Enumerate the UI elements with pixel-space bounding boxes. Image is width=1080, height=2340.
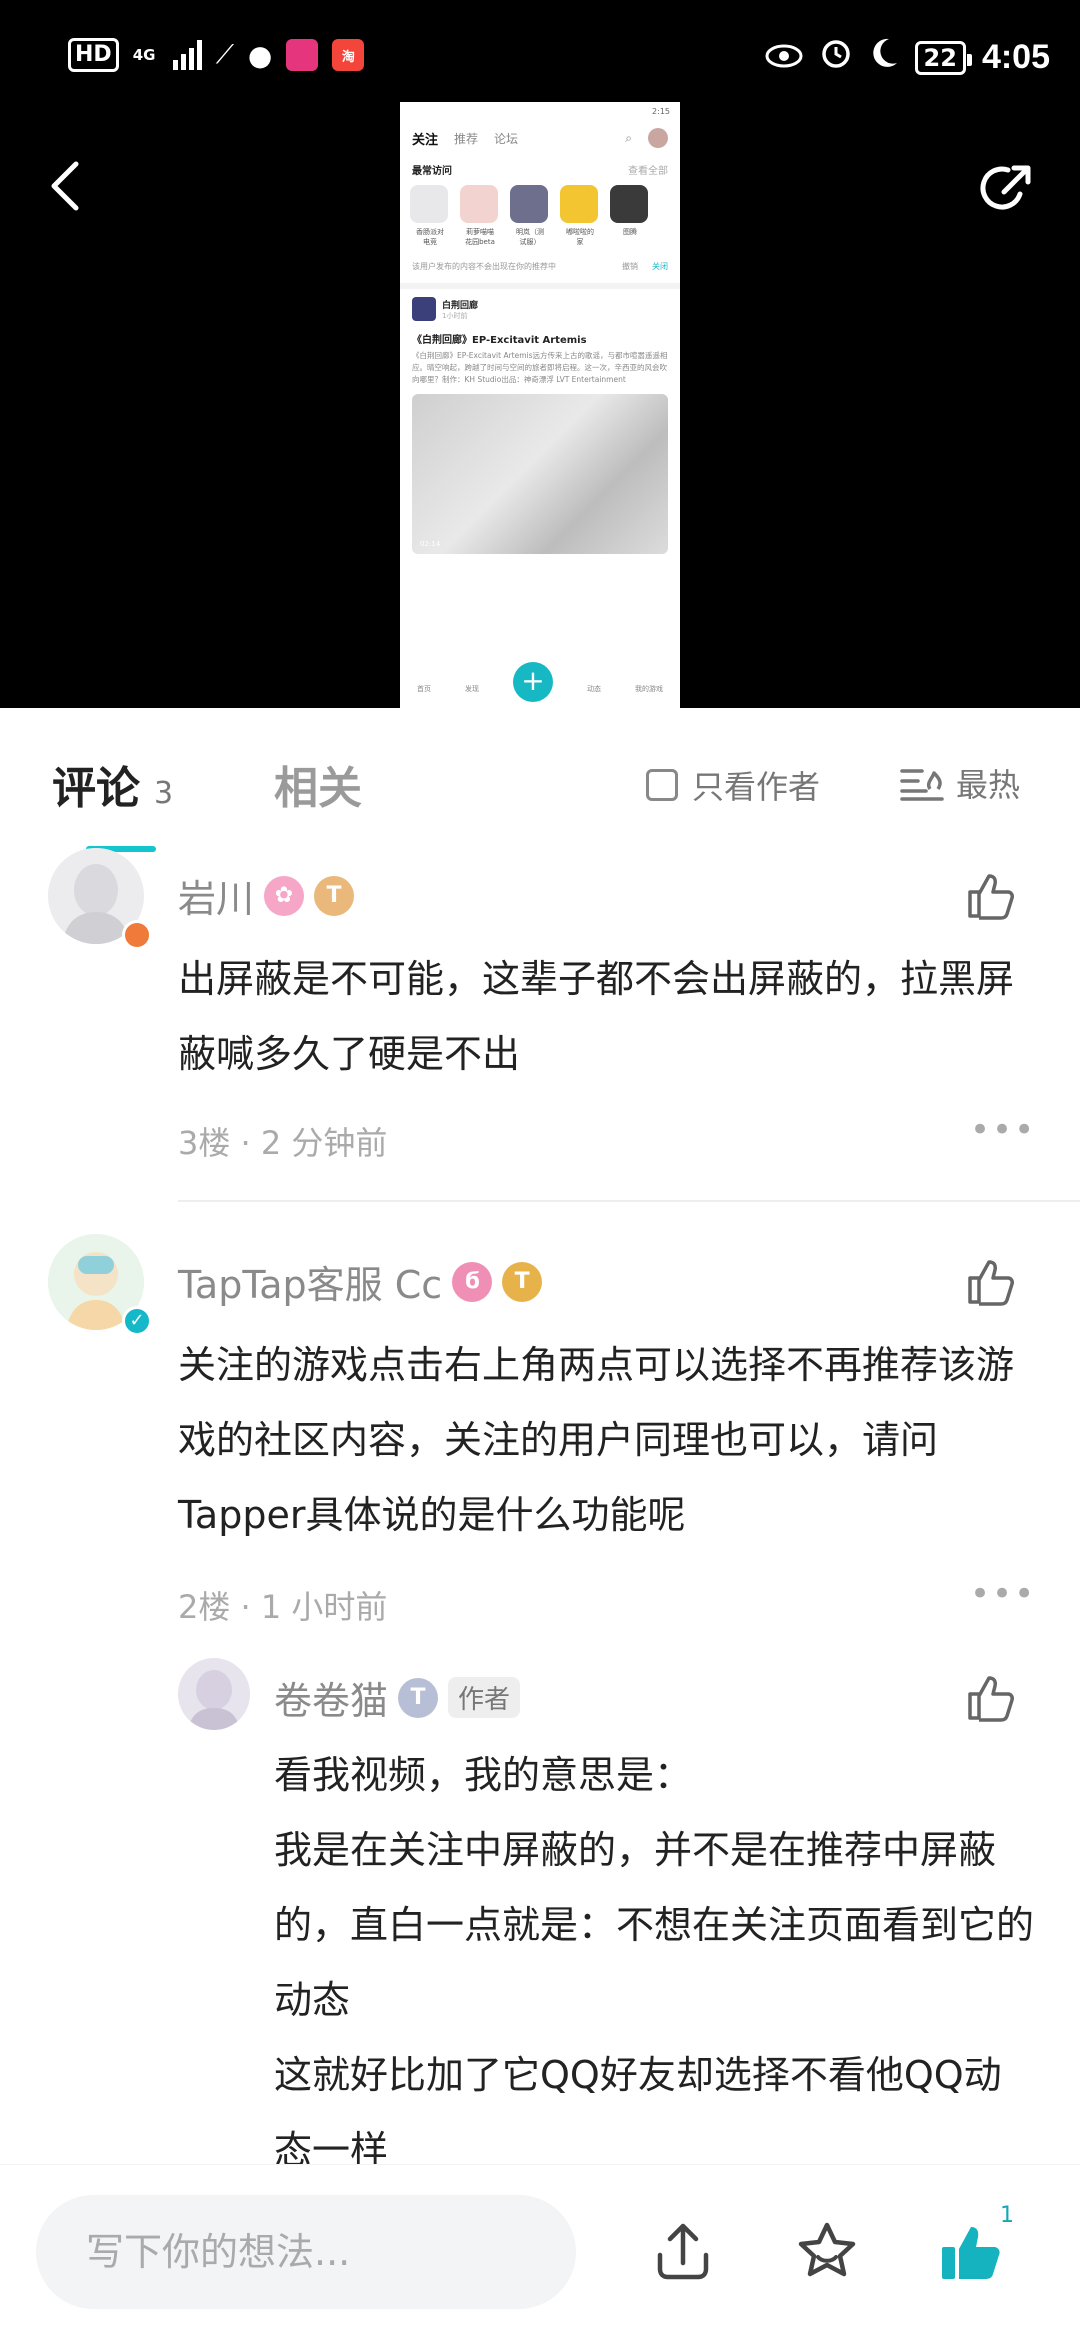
- inner-section-title: 最常访问: [412, 166, 452, 177]
- inner-nav-feed: 动态: [587, 685, 601, 693]
- inner-time: 2:15: [652, 107, 670, 116]
- inner-post-time: 1小时前: [442, 311, 468, 320]
- username[interactable]: 卷卷猫: [274, 1670, 388, 1725]
- sort-icon: [900, 769, 944, 801]
- network-type: 4G: [132, 45, 156, 64]
- share-button[interactable]: [650, 2219, 716, 2285]
- inner-avatar: [648, 128, 668, 148]
- comment-text: 出屏蔽是不可能，这辈子都不会出屏蔽的，拉黑屏蔽喊多久了硬是不出: [178, 957, 1015, 1076]
- inner-tab-forum: 论坛: [494, 131, 519, 146]
- like-post-button[interactable]: [938, 2219, 1004, 2285]
- moon-icon: [869, 37, 899, 78]
- username[interactable]: TapTap客服 Cc: [178, 1254, 442, 1309]
- inner-game: 明岚（测 试服）: [510, 185, 550, 247]
- comment-meta: 2楼 · 1 小时前: [178, 1588, 388, 1626]
- inner-tab-follow: 关注: [412, 132, 439, 148]
- link-icon: ⟋: [215, 39, 234, 70]
- author-tag: 作者: [448, 1677, 521, 1718]
- inner-nav-home: 首页: [417, 685, 431, 693]
- avatar-badge-icon: [122, 920, 152, 950]
- checkbox-icon: [646, 769, 678, 801]
- inner-game: 嘟啦啦的 家: [560, 185, 600, 247]
- inner-nav-games: 我的游戏: [635, 685, 663, 693]
- level-badge: T: [314, 875, 355, 916]
- like-button[interactable]: [964, 1254, 1018, 1308]
- bottom-bar: 写下你的想法... 1: [0, 2164, 1080, 2340]
- more-options-button[interactable]: •••: [970, 1574, 1036, 1614]
- comments-count: 3: [154, 776, 174, 811]
- like-count: 1: [1000, 2203, 1014, 2228]
- inner-section-more: 查看全部: [628, 166, 668, 177]
- video-frame: 2:15 关注 推荐 论坛 ⌕ 最常访问 查看全部 香肠派对 电竞 莉萝喵喵 花…: [400, 102, 680, 708]
- like-button[interactable]: [964, 868, 1018, 922]
- taobao-icon: 淘: [332, 39, 365, 71]
- upload-share-icon: [657, 2223, 709, 2280]
- tab-related[interactable]: 相关: [274, 752, 362, 816]
- inner-notice: 该用户发布的内容不会出现在你的推荐中: [412, 262, 556, 271]
- inner-post-avatar: [412, 297, 436, 321]
- alarm-icon: [819, 36, 853, 79]
- sort-dropdown[interactable]: 最热: [900, 760, 1020, 806]
- thumbs-up-icon: [968, 1676, 1014, 1722]
- inner-post-title: 《白荆回廊》EP-Excitavit Artemis: [412, 335, 587, 346]
- thumbs-up-filled-icon: [942, 2227, 1000, 2279]
- more-options-button[interactable]: •••: [970, 1110, 1036, 1150]
- tab-comments-label: 评论: [52, 763, 140, 814]
- qq-icon: ●: [247, 38, 273, 72]
- inner-game: 莉萝喵喵 花园beta: [460, 185, 500, 247]
- star-icon: [798, 2222, 856, 2277]
- share-button[interactable]: [978, 160, 1036, 218]
- chevron-left-icon: [51, 161, 79, 211]
- sort-label: 最热: [956, 766, 1021, 804]
- back-button[interactable]: [44, 158, 88, 214]
- comment-meta: 3楼 · 2 分钟前: [178, 1124, 388, 1162]
- favorite-button[interactable]: [794, 2219, 860, 2285]
- share-out-icon: [980, 165, 1031, 210]
- inner-game: 香肠派对 电竞: [410, 185, 450, 247]
- inner-close: 关闭: [652, 262, 668, 271]
- staff-badge-icon: ϭ: [452, 1261, 493, 1302]
- tab-comments[interactable]: 评论 3: [52, 752, 173, 816]
- video-player[interactable]: HD 4G ⟋ ● 淘 22 4:05 2:15 关注 推荐 论坛 ⌕ 最常访问…: [0, 0, 1080, 708]
- verified-badge-icon: ✓: [122, 1306, 152, 1336]
- level-badge: T: [502, 1261, 543, 1302]
- inner-post-video: 02:14: [412, 394, 668, 554]
- battery-indicator: 22: [914, 40, 973, 75]
- flower-badge-icon: ✿: [264, 875, 305, 916]
- username[interactable]: 岩川: [178, 868, 254, 923]
- comment-input[interactable]: 写下你的想法...: [36, 2195, 576, 2309]
- avatar[interactable]: [178, 1658, 250, 1730]
- inner-plus-icon: +: [513, 662, 553, 702]
- hd-indicator: HD: [68, 38, 119, 72]
- eye-icon: [765, 38, 803, 78]
- inner-tab-recommend: 推荐: [454, 131, 479, 146]
- author-only-label: 只看作者: [692, 768, 821, 806]
- thumbs-up-icon: [968, 1260, 1014, 1306]
- like-button[interactable]: [964, 1670, 1018, 1724]
- inner-post-body: 《白荆回廊》EP-Excitavit Artemis远方传来上古的歌谣，与都市喧…: [412, 351, 668, 384]
- inner-post-author: 白荆回廊: [442, 300, 479, 311]
- clock: 4:05: [981, 38, 1050, 76]
- signal-icon: [172, 40, 202, 70]
- inner-undo: 撤销: [622, 262, 638, 271]
- author-only-toggle[interactable]: 只看作者: [646, 762, 820, 808]
- tab-bar: 评论 3 相关 只看作者 最热: [0, 708, 1080, 852]
- comment-text: 关注的游戏点击右上角两点可以选择不再推荐该游戏的社区内容，关注的用户同理也可以，…: [178, 1343, 1015, 1537]
- inner-nav-discover: 发现: [465, 685, 479, 693]
- level-badge: T: [398, 1677, 439, 1718]
- reply-text: 看我视频，我的意思是： 我是在关注中屏蔽的，并不是在推荐中屏蔽的，直白一点就是：…: [274, 1753, 1035, 2172]
- thumbs-up-icon: [968, 874, 1014, 920]
- inner-search-icon: ⌕: [625, 130, 632, 145]
- inner-game: 图腾: [610, 185, 650, 247]
- app-icon-1: [286, 39, 319, 71]
- divider: [178, 1200, 1080, 1202]
